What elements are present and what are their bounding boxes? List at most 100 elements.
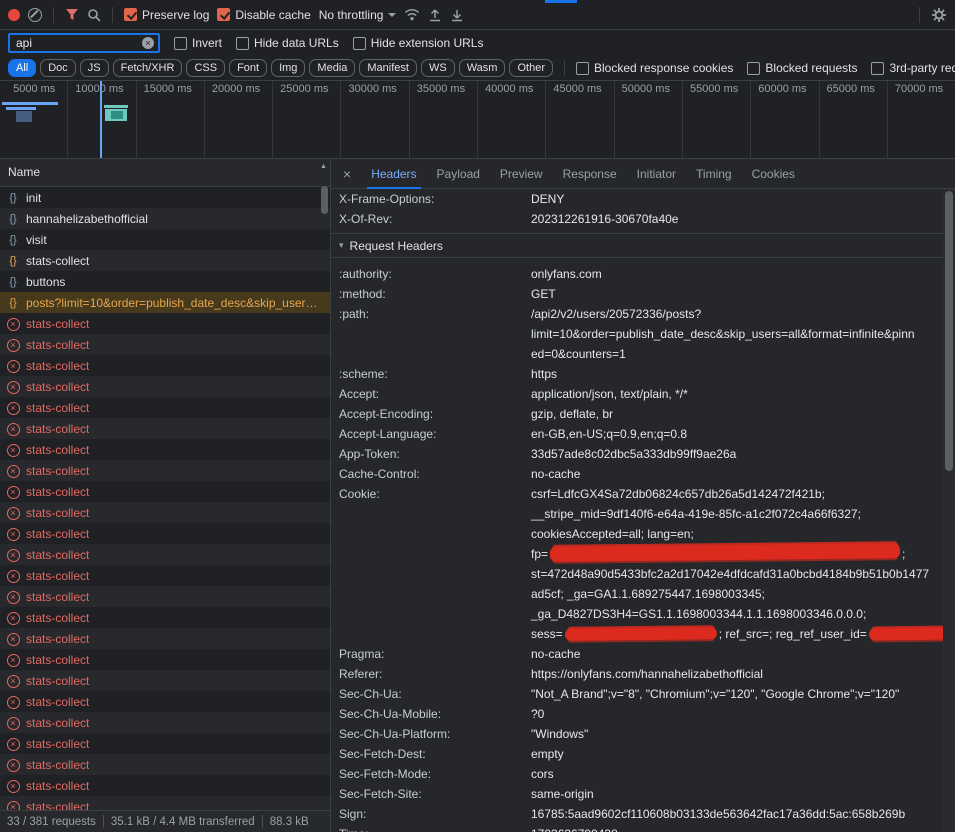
detail-tab[interactable]: Preview <box>490 159 553 189</box>
timeline-tick-label: 30000 ms <box>348 83 396 95</box>
request-row[interactable]: posts?limit=10&order=publish_date_desc&s… <box>0 292 330 313</box>
type-filter-chip[interactable]: Manifest <box>359 59 417 77</box>
advanced-filter-toggle[interactable]: 3rd-party requests <box>871 61 955 75</box>
request-row[interactable]: stats-collect <box>0 481 330 502</box>
request-row[interactable]: stats-collect <box>0 376 330 397</box>
request-row[interactable]: buttons <box>0 271 330 292</box>
type-filter-chip[interactable]: Img <box>271 59 305 77</box>
request-headers-section-header[interactable]: ▾ Request Headers <box>331 233 943 258</box>
type-filter-chip[interactable]: WS <box>421 59 455 77</box>
advanced-filter-checkbox[interactable] <box>747 62 760 75</box>
request-row[interactable]: stats-collect <box>0 355 330 376</box>
timeline-column: 55000 ms <box>683 81 751 158</box>
scroll-up-icon[interactable]: ▲ <box>320 163 327 170</box>
header-value: https://onlyfans.com/hannahelizabethoffi… <box>531 664 763 684</box>
header-value: onlyfans.com <box>531 264 602 284</box>
type-filter-chip[interactable]: Media <box>309 59 355 77</box>
request-type-icon <box>6 359 20 373</box>
request-row[interactable]: stats-collect <box>0 397 330 418</box>
disable-cache-toggle[interactable]: Disable cache <box>217 8 310 22</box>
request-row[interactable]: stats-collect <box>0 334 330 355</box>
clear-input-icon[interactable]: × <box>142 37 154 49</box>
request-row[interactable]: init <box>0 187 330 208</box>
request-row[interactable]: stats-collect <box>0 607 330 628</box>
request-row[interactable]: stats-collect <box>0 502 330 523</box>
detail-tab-bar: × Headers Payload Preview Response Initi… <box>331 159 955 189</box>
request-row[interactable]: stats-collect <box>0 796 330 810</box>
request-name: stats-collect <box>26 800 89 811</box>
request-row[interactable]: stats-collect <box>0 586 330 607</box>
name-column-header[interactable]: Name <box>0 159 330 187</box>
clear-network-log-icon[interactable] <box>28 8 42 22</box>
request-row[interactable]: stats-collect <box>0 418 330 439</box>
throttling-dropdown[interactable]: No throttling <box>319 8 397 22</box>
request-row[interactable]: stats-collect <box>0 649 330 670</box>
timeline-overview[interactable]: 5000 ms 10000 ms 15000 ms 20000 ms 25000… <box>0 81 955 159</box>
detail-tab[interactable]: Initiator <box>627 159 686 189</box>
disable-cache-checkbox[interactable] <box>217 8 230 21</box>
request-row[interactable]: stats-collect <box>0 775 330 796</box>
request-row[interactable]: hannahelizabethofficial <box>0 208 330 229</box>
type-filter-chip[interactable]: Other <box>509 59 553 77</box>
detail-scrollbar[interactable] <box>943 189 955 832</box>
advanced-filter-toggle[interactable]: Blocked response cookies <box>576 61 733 75</box>
detail-tab[interactable]: Headers <box>361 159 426 189</box>
request-row[interactable]: stats-collect <box>0 628 330 649</box>
export-har-icon[interactable] <box>450 8 464 22</box>
scrollbar-thumb[interactable] <box>321 186 328 214</box>
request-row[interactable]: stats-collect <box>0 712 330 733</box>
scrollbar-thumb[interactable] <box>945 191 953 471</box>
type-filter-chip[interactable]: JS <box>80 59 109 77</box>
timeline-tick-label: 45000 ms <box>553 83 601 95</box>
header-value: 202312261916-30670fa40e <box>531 209 678 229</box>
type-filter-chip[interactable]: Wasm <box>459 59 506 77</box>
request-type-icon <box>6 611 20 625</box>
search-icon[interactable] <box>87 8 101 22</box>
request-row[interactable]: stats-collect <box>0 733 330 754</box>
detail-tab[interactable]: Response <box>553 159 627 189</box>
request-row[interactable]: stats-collect <box>0 460 330 481</box>
type-filter-chip[interactable]: CSS <box>186 59 225 77</box>
request-list-scrollbar[interactable]: ▲ <box>319 159 330 810</box>
settings-gear-icon[interactable] <box>931 7 947 23</box>
hide-data-urls-toggle[interactable]: Hide data URLs <box>236 36 339 50</box>
advanced-filter-checkbox[interactable] <box>576 62 589 75</box>
type-filter-chip[interactable]: Doc <box>40 59 76 77</box>
detail-tab[interactable]: Cookies <box>742 159 805 189</box>
request-row[interactable]: stats-collect <box>0 754 330 775</box>
type-filter-chip[interactable]: Font <box>229 59 267 77</box>
request-row[interactable]: stats-collect <box>0 250 330 271</box>
advanced-filter-checkbox[interactable] <box>871 62 884 75</box>
detail-tab[interactable]: Timing <box>686 159 742 189</box>
request-row[interactable]: stats-collect <box>0 544 330 565</box>
close-icon[interactable]: × <box>333 166 361 182</box>
import-har-icon[interactable] <box>428 8 442 22</box>
filter-input[interactable] <box>14 35 139 51</box>
request-name: stats-collect <box>26 317 89 331</box>
hide-data-urls-checkbox[interactable] <box>236 37 249 50</box>
header-entry: Cache-Control: no-cache <box>331 464 943 484</box>
type-filter-chip[interactable]: Fetch/XHR <box>113 59 183 77</box>
request-row[interactable]: stats-collect <box>0 313 330 334</box>
type-filter-chip[interactable]: All <box>8 59 36 77</box>
request-row[interactable]: stats-collect <box>0 523 330 544</box>
advanced-filter-toggle[interactable]: Blocked requests <box>747 61 857 75</box>
detail-tab[interactable]: Payload <box>427 159 490 189</box>
preserve-log-checkbox[interactable] <box>124 8 137 21</box>
redaction-scribble <box>550 543 900 562</box>
request-row[interactable]: stats-collect <box>0 670 330 691</box>
request-row[interactable]: stats-collect <box>0 439 330 460</box>
invert-toggle[interactable]: Invert <box>174 36 222 50</box>
request-row[interactable]: stats-collect <box>0 565 330 586</box>
hide-extension-urls-checkbox[interactable] <box>353 37 366 50</box>
collapse-triangle-icon[interactable]: ▾ <box>339 240 344 251</box>
filter-icon[interactable] <box>65 8 79 21</box>
invert-checkbox[interactable] <box>174 37 187 50</box>
record-icon[interactable] <box>8 9 20 21</box>
network-conditions-icon[interactable] <box>404 8 420 21</box>
hide-extension-urls-toggle[interactable]: Hide extension URLs <box>353 36 484 50</box>
request-row[interactable]: visit <box>0 229 330 250</box>
preserve-log-toggle[interactable]: Preserve log <box>124 8 209 22</box>
request-row[interactable]: stats-collect <box>0 691 330 712</box>
request-type-icon <box>6 401 20 415</box>
